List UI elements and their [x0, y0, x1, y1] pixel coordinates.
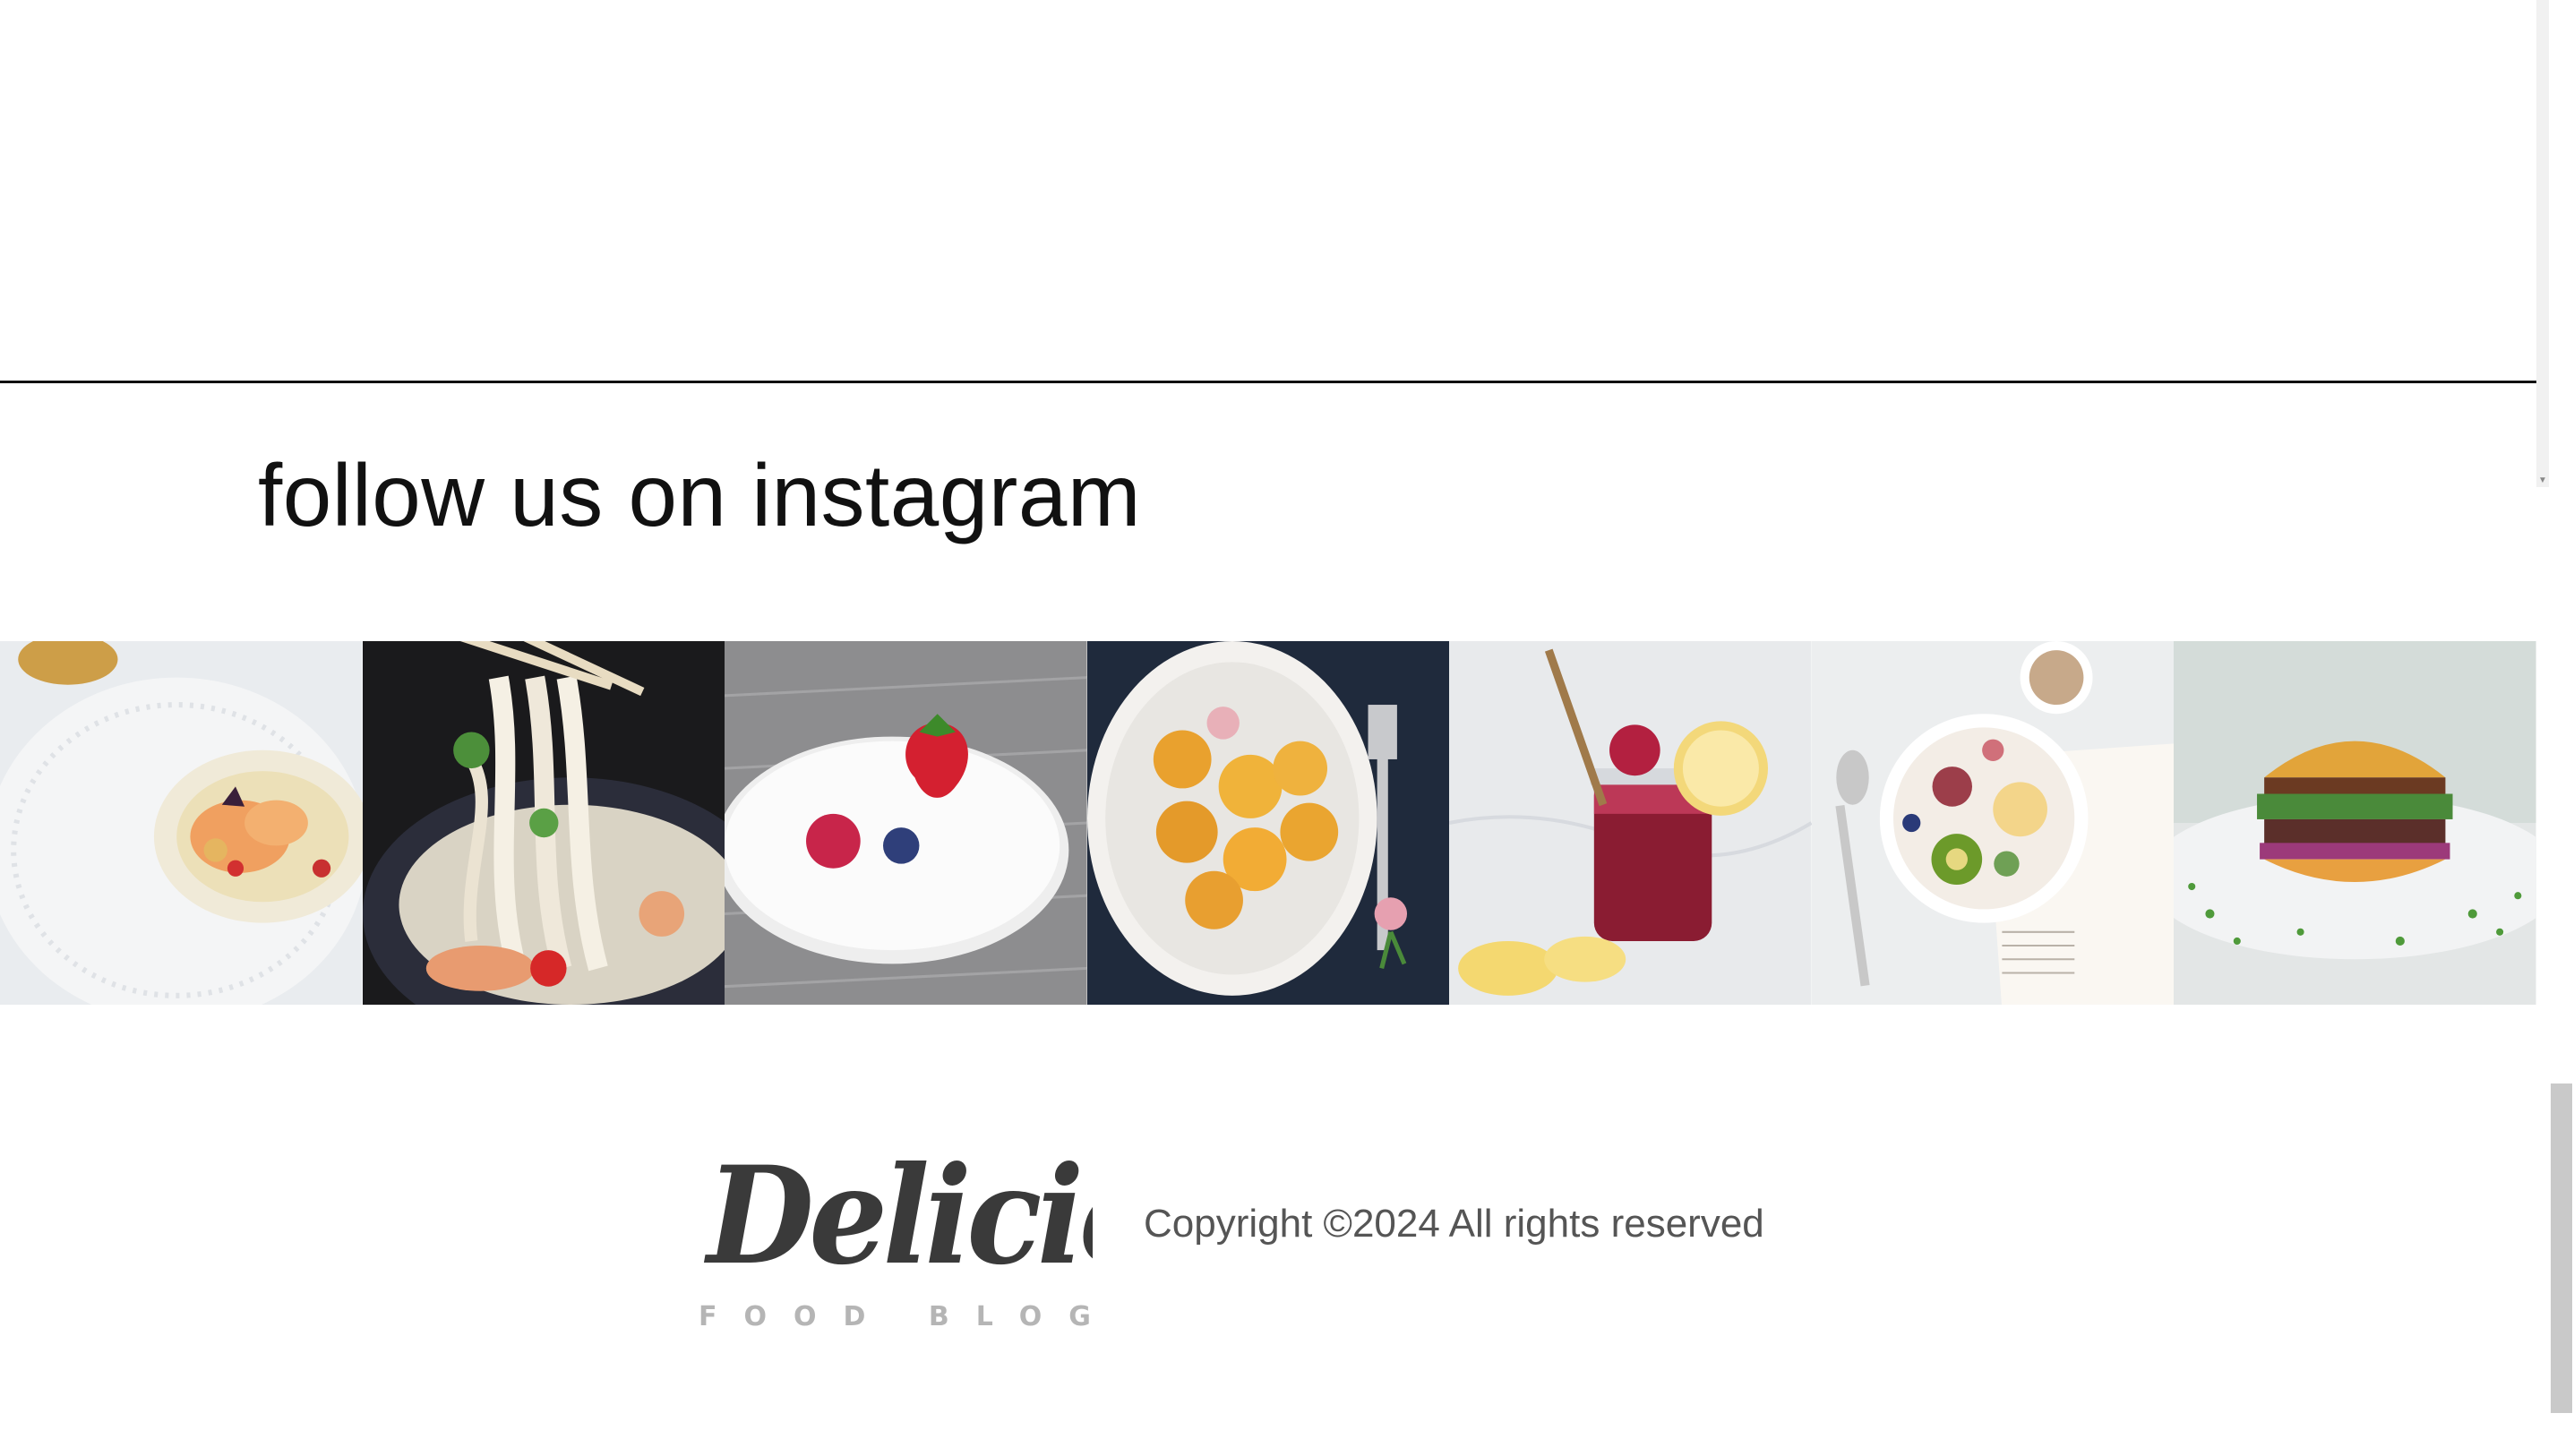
inner-scrollbar[interactable]: ▼	[2536, 0, 2549, 487]
site-logo[interactable]: Delicious FOOD BLOG	[699, 1128, 1093, 1343]
copyright-text: Copyright ©2024 All rights reserved	[1144, 1202, 1764, 1246]
instagram-photo-apricots[interactable]	[1086, 641, 1450, 1005]
scrollbar-thumb[interactable]	[2551, 1083, 2572, 1413]
scroll-down-arrow-icon[interactable]: ▼	[2536, 476, 2549, 485]
instagram-photo-shrimp-bisque[interactable]	[0, 641, 363, 1005]
page: follow us on instagram Delici FOOD BLOG …	[0, 0, 2574, 1456]
instagram-photo-fruit-bowl[interactable]	[1811, 641, 2175, 1005]
instagram-heading: follow us on instagram	[258, 446, 1142, 544]
instagram-photo-berries[interactable]	[725, 641, 1087, 1005]
instagram-photo-burger[interactable]	[2174, 641, 2536, 1005]
instagram-gallery	[0, 641, 2536, 1005]
footer: Delicious FOOD BLOG Copyright ©2024 All …	[0, 1101, 2536, 1370]
svg-text:FOOD BLOG: FOOD BLOG	[699, 1301, 1093, 1332]
section-divider	[0, 381, 2536, 383]
instagram-photo-berry-lemonade[interactable]	[1449, 641, 1812, 1005]
main-content: follow us on instagram Delici FOOD BLOG …	[0, 0, 2536, 1456]
svg-text:Delicious: Delicious	[703, 1136, 1093, 1294]
page-scrollbar[interactable]	[2549, 0, 2574, 1456]
instagram-photo-noodle-soup[interactable]	[362, 641, 725, 1005]
